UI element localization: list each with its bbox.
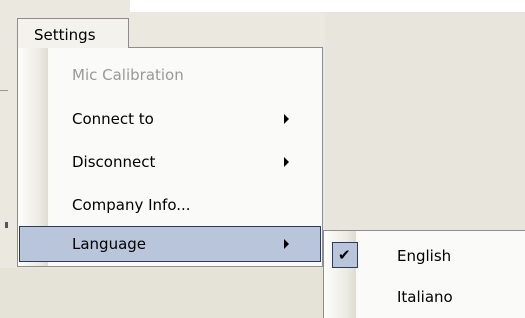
menubar-item-settings[interactable]: Settings	[17, 18, 129, 48]
submenu-item-label: Italiano	[397, 288, 453, 306]
submenu-item-label: English	[397, 247, 452, 265]
check-indicator: ✔	[332, 242, 358, 268]
menu-item-label: Mic Calibration	[72, 66, 184, 84]
menubar-item-label: Settings	[34, 26, 96, 44]
menu-item-label: Connect to	[72, 110, 154, 128]
background-panel	[325, 12, 525, 240]
background-strip	[130, 0, 525, 12]
menu-item-company-info[interactable]: Company Info...	[19, 187, 321, 224]
settings-menu: Mic Calibration Connect to Disconnect Co…	[17, 47, 323, 267]
submenu-item-italiano[interactable]: Italiano	[325, 280, 525, 314]
menu-item-label: Company Info...	[72, 196, 191, 214]
menu-item-label: Language	[72, 235, 147, 253]
submenu-item-english[interactable]: ✔ English	[325, 239, 525, 273]
menu-item-label: Disconnect	[72, 153, 156, 171]
menu-item-connect-to[interactable]: Connect to	[19, 101, 321, 138]
menu-item-disconnect[interactable]: Disconnect	[19, 144, 321, 181]
check-icon: ✔	[338, 246, 351, 264]
divider	[0, 90, 8, 91]
submenu-arrow-icon	[284, 157, 289, 167]
submenu-arrow-icon	[284, 114, 289, 124]
menu-item-mic-calibration[interactable]: Mic Calibration	[19, 57, 321, 94]
language-submenu: ✔ English Italiano	[323, 230, 525, 318]
menu-item-language[interactable]: Language	[19, 226, 321, 262]
divider	[5, 222, 8, 228]
submenu-arrow-icon	[284, 239, 289, 249]
